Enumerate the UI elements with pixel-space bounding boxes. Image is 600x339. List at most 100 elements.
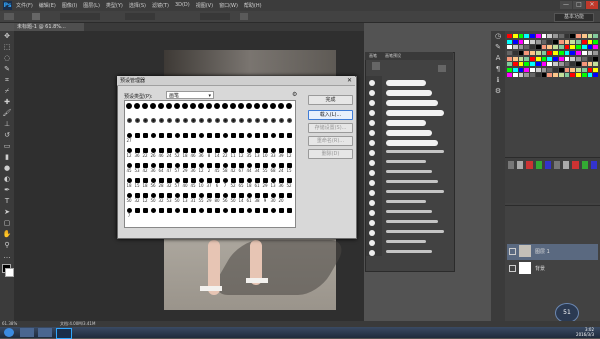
brush-panel-toggle-icon[interactable]	[372, 62, 380, 70]
color-swatch[interactable]	[576, 45, 581, 50]
brush-preset-cell[interactable]: 36	[197, 148, 205, 162]
color-swatch[interactable]	[553, 34, 558, 38]
color-swatch[interactable]	[535, 56, 541, 61]
color-swatch[interactable]	[512, 39, 518, 44]
brush-preset-cell[interactable]	[141, 118, 149, 132]
color-swatch[interactable]	[512, 67, 518, 72]
brush-preset-cell[interactable]: 36	[189, 163, 197, 177]
brush-preset-cell[interactable]: 37	[205, 178, 213, 192]
brush-preset-cell[interactable]: 36	[133, 148, 141, 162]
color-swatch[interactable]	[541, 56, 547, 61]
color-swatch[interactable]	[553, 56, 558, 61]
color-swatch[interactable]	[512, 73, 518, 78]
color-swatch[interactable]	[541, 67, 547, 72]
brush-preset-cell[interactable]	[189, 133, 197, 147]
flow-field[interactable]	[200, 13, 230, 20]
type-tool-icon[interactable]: T	[0, 196, 14, 207]
brush-preset-cell[interactable]	[205, 103, 213, 117]
brush-preset-cell[interactable]: 18	[181, 148, 189, 162]
brush-preset-cell[interactable]: 44	[245, 163, 253, 177]
brush-preset-cell[interactable]	[189, 118, 197, 132]
brush-preset-cell[interactable]: 52	[285, 178, 293, 192]
brush-stroke-preview[interactable]	[386, 100, 438, 106]
brush-preset-cell[interactable]: 52	[229, 178, 237, 192]
color-swatch[interactable]	[535, 62, 541, 67]
brush-preset-cell[interactable]	[133, 118, 141, 132]
brush-preset-cell[interactable]	[165, 118, 173, 132]
color-swatch[interactable]	[524, 56, 529, 61]
brush-preset-cell[interactable]: 45	[189, 178, 197, 192]
brush-preset-cell[interactable]: 45	[213, 163, 221, 177]
workspace-switcher[interactable]: 基本功能	[554, 13, 594, 22]
brush-preset-cell[interactable]: 13	[253, 148, 261, 162]
color-swatch[interactable]	[576, 39, 581, 44]
color-swatch[interactable]	[518, 73, 524, 78]
color-swatch[interactable]	[530, 34, 535, 38]
brush-preset-cell[interactable]: 22	[141, 148, 149, 162]
preset-type-select[interactable]: 画笔 ▾	[166, 91, 214, 99]
brush-preset-cell[interactable]	[237, 208, 245, 222]
color-swatch[interactable]	[570, 50, 575, 55]
color-swatch[interactable]	[570, 39, 575, 44]
brush-preset-cell[interactable]: 24	[165, 148, 173, 162]
color-swatch[interactable]	[512, 45, 518, 50]
color-swatch[interactable]	[518, 45, 524, 50]
brush-preset-cell[interactable]	[237, 118, 245, 132]
brush-preset-cell[interactable]: 12	[197, 163, 205, 177]
brush-preset-cell[interactable]	[221, 208, 229, 222]
color-swatch[interactable]	[530, 62, 535, 67]
brush-preset-cell[interactable]	[181, 133, 189, 147]
brush-preset-cell[interactable]	[269, 103, 277, 117]
brush-preset-cell[interactable]	[157, 133, 165, 147]
menu-item[interactable]: 编辑(E)	[39, 2, 56, 9]
brush-preset-cell[interactable]: 61	[245, 193, 253, 207]
brush-preset-cell[interactable]	[277, 118, 285, 132]
brush-preset-cell[interactable]	[253, 133, 261, 147]
background-color-swatch[interactable]	[5, 268, 14, 277]
color-swatch[interactable]	[518, 50, 524, 55]
brush-preset-cell[interactable]: 67	[237, 163, 245, 177]
visibility-eye-icon[interactable]	[509, 265, 516, 272]
dodge-tool-icon[interactable]: ◐	[0, 174, 14, 185]
brush-preset-cell[interactable]: 15	[285, 163, 293, 177]
brush-preset-cell[interactable]	[133, 208, 141, 222]
brush-preset-cell[interactable]	[133, 133, 141, 147]
brush-preset-cell[interactable]	[245, 208, 253, 222]
brush-preset-cell[interactable]: 55	[261, 163, 269, 177]
menu-item[interactable]: 帮助(H)	[244, 2, 262, 9]
brush-preset-cell[interactable]	[237, 103, 245, 117]
color-swatch[interactable]	[524, 73, 529, 78]
brush-preset-cell[interactable]	[245, 103, 253, 117]
brush-preset-cell[interactable]	[165, 208, 173, 222]
brush-preset-cell[interactable]: 7	[125, 208, 133, 222]
brush-preset-cell[interactable]	[181, 103, 189, 117]
brush-preset-cell[interactable]: 20	[277, 193, 285, 207]
maximize-button[interactable]: □	[573, 1, 585, 9]
color-swatch[interactable]	[553, 73, 558, 78]
brush-preset-cell[interactable]	[277, 208, 285, 222]
color-swatch[interactable]	[593, 73, 598, 78]
brush-preset-cell[interactable]: 6	[213, 178, 221, 192]
brush-preset-cell[interactable]	[253, 208, 261, 222]
brush-preset-cell[interactable]: 50	[149, 193, 157, 207]
brush-stroke-preview[interactable]	[386, 110, 444, 116]
brush-stroke-preview[interactable]	[386, 250, 432, 253]
brush-preset-cell[interactable]	[141, 103, 149, 117]
brush-preset-cell[interactable]: 50	[229, 193, 237, 207]
color-swatch[interactable]	[507, 34, 512, 38]
history-panel-icon[interactable]: ◷	[491, 31, 505, 42]
close-window-button[interactable]: ✕	[586, 1, 598, 9]
color-swatch[interactable]	[553, 67, 558, 72]
brush-preset-cell[interactable]: 10	[261, 148, 269, 162]
color-swatch[interactable]	[535, 67, 541, 72]
brush-preset-cell[interactable]: 53	[165, 193, 173, 207]
brush-preset-cell[interactable]	[221, 133, 229, 147]
minimize-button[interactable]: —	[560, 1, 572, 9]
brush-preset-cell[interactable]: 68	[269, 163, 277, 177]
start-button-icon[interactable]	[4, 328, 14, 337]
brush-preset-cell[interactable]	[141, 133, 149, 147]
healing-tool-icon[interactable]: ✚	[0, 97, 14, 108]
color-swatch[interactable]	[587, 56, 593, 61]
color-swatch[interactable]	[541, 50, 547, 55]
brush-preset-cell[interactable]	[189, 103, 197, 117]
